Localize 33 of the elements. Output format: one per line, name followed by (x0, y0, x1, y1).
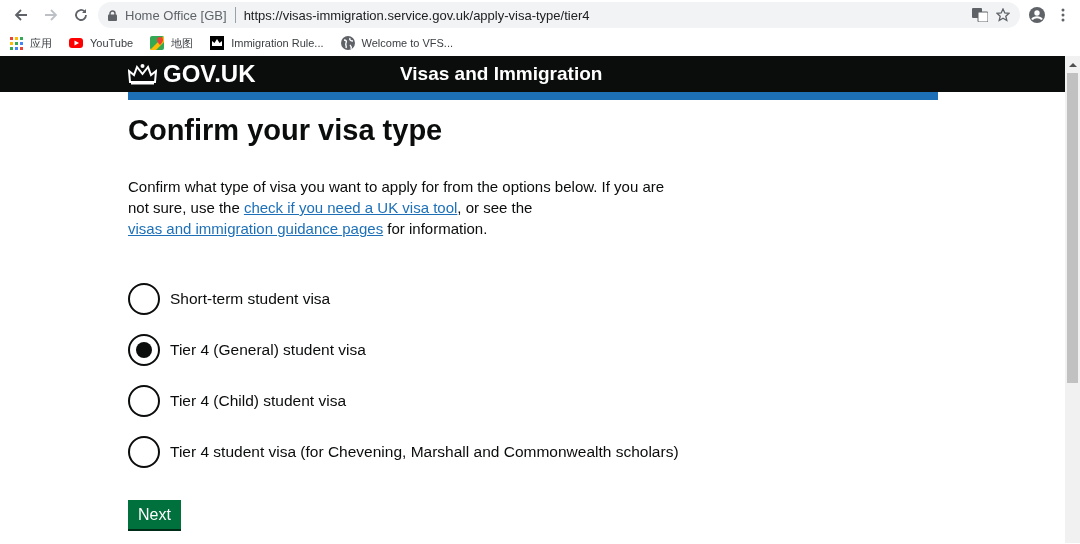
option-label[interactable]: Tier 4 (General) student visa (170, 341, 366, 359)
crown-icon (210, 36, 225, 50)
next-button[interactable]: Next (128, 500, 181, 529)
bookmark[interactable]: 地图 (150, 35, 194, 51)
govuk-logo[interactable]: GOV.UK (128, 60, 400, 88)
globe-icon (340, 36, 355, 50)
play-icon (69, 38, 83, 48)
service-name[interactable]: Visas and Immigration (400, 63, 603, 85)
page-heading: Confirm your visa type (128, 114, 444, 146)
bookmark[interactable]: Immigration Rule... (210, 36, 324, 50)
radio-button[interactable] (128, 334, 160, 366)
text-link[interactable]: visas and immigration guidance pages (128, 220, 384, 237)
lock-icon (108, 9, 117, 21)
bookmark[interactable]: 应用 (10, 35, 52, 51)
star-icon[interactable] (996, 8, 1010, 22)
scroll-up-icon[interactable] (1068, 62, 1077, 68)
apps-grid-icon (10, 36, 23, 50)
radio-button[interactable] (128, 385, 160, 417)
bookmark[interactable]: Welcome to VFS... (340, 36, 454, 50)
radio-button[interactable] (128, 283, 160, 315)
option-label[interactable]: Tier 4 (Child) student visa (170, 392, 347, 410)
intro-paragraph: Confirm what type of visa you want to apply for from the options below. If you are not sure, use the check if you need a UK visa tool, or see the visas and immigration guidance pages for information. (128, 177, 666, 239)
map-icon (150, 36, 165, 50)
radio-button[interactable] (128, 436, 160, 468)
address-bar[interactable]: Home Office [GB] https://visas-immigration.service.gov.uk/apply-visa-type/tier4 (98, 2, 1020, 28)
translate-icon[interactable] (972, 8, 988, 22)
crown-icon (128, 63, 157, 85)
option-label[interactable]: Tier 4 student visa (for Chevening, Marshall and Commonwealth scholars) (170, 443, 679, 461)
option-label[interactable]: Short-term student visa (170, 290, 331, 308)
url-text: https://visas-immigration.service.gov.uk/apply-visa-type/tier4 (243, 7, 591, 23)
scrollbar-thumb[interactable] (1067, 73, 1078, 383)
site-name: Home Office [GB] (125, 7, 227, 23)
bookmark[interactable]: YouTube (69, 37, 134, 49)
